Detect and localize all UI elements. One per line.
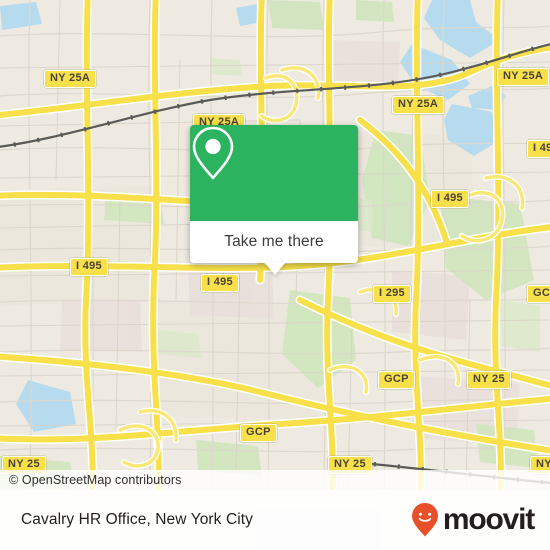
popup-header xyxy=(190,125,358,221)
road-shield: I 495 xyxy=(201,274,239,292)
road-shield: GCP xyxy=(378,371,415,389)
take-me-there-button[interactable]: Take me there xyxy=(224,233,324,251)
moovit-wordmark: moovit xyxy=(442,503,535,536)
place-title: Cavalry HR Office, New York City xyxy=(21,511,254,528)
road-shield: I 495 xyxy=(527,140,550,158)
map-screen: NY 25ANY 25ANY 25ANY 25AI 495I 495I 495I… xyxy=(0,0,550,550)
road-shield: I 295 xyxy=(373,285,411,303)
osm-attribution-text[interactable]: © OpenStreetMap contributors xyxy=(0,473,182,487)
map-pin-icon xyxy=(192,126,234,180)
moovit-logo[interactable]: moovit xyxy=(410,502,535,538)
road-shield: I 495 xyxy=(431,190,469,208)
moovit-smiley-pin-icon xyxy=(411,503,438,537)
road-shield: NY 25 xyxy=(467,371,511,389)
road-shield: NY 25A xyxy=(392,96,445,114)
road-shield: GCP xyxy=(240,424,277,442)
location-popup-card[interactable]: Take me there xyxy=(190,125,358,275)
bottom-info-bar: Cavalry HR Office, New York City moovit xyxy=(0,490,550,550)
road-shield: GCP xyxy=(527,285,550,303)
map-canvas[interactable]: NY 25ANY 25ANY 25ANY 25AI 495I 495I 495I… xyxy=(0,0,550,490)
popup-footer[interactable]: Take me there xyxy=(190,221,358,275)
road-shield: NY 25A xyxy=(44,70,97,88)
road-shield: NY 25A xyxy=(497,68,550,86)
road-shield: I 495 xyxy=(70,258,108,276)
popup-pointer xyxy=(264,262,286,275)
map-attribution-bar: © OpenStreetMap contributors xyxy=(0,470,550,490)
